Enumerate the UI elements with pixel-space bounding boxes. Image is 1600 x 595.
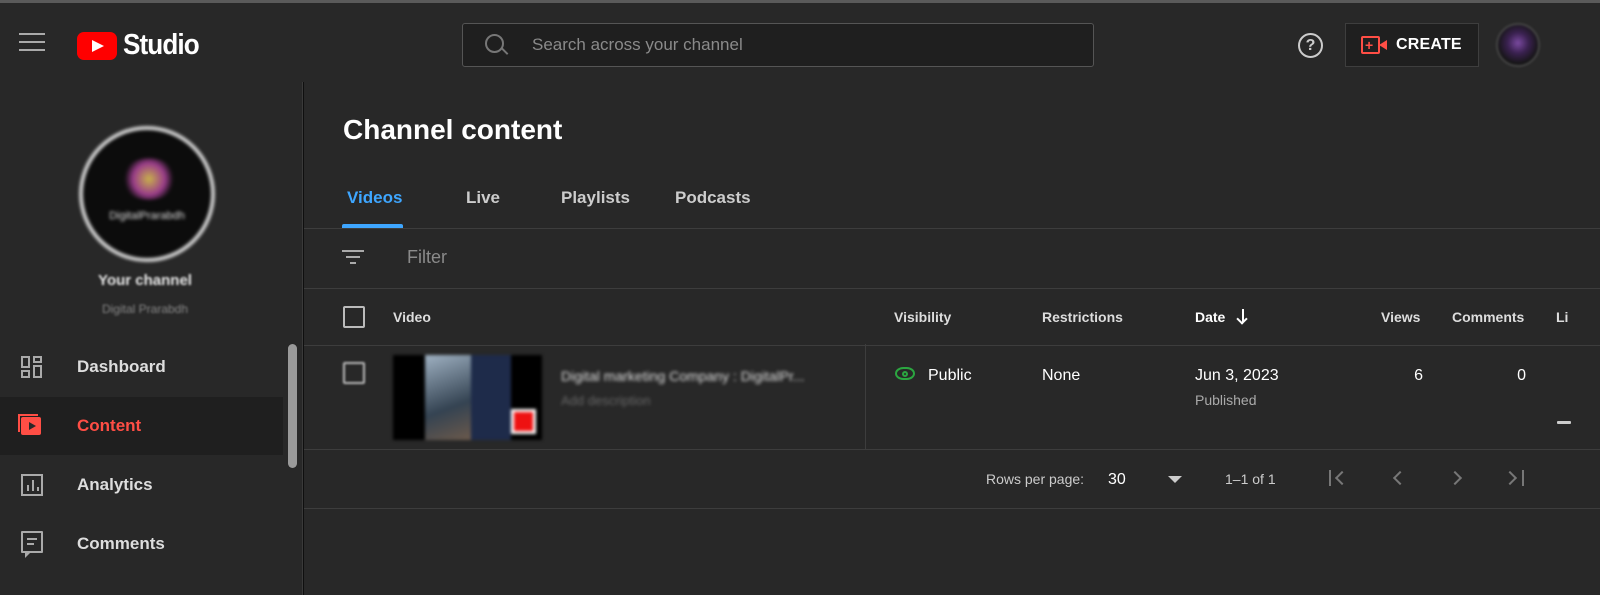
video-thumbnail[interactable]	[393, 355, 542, 440]
sidebar-item-dashboard[interactable]: Dashboard	[0, 338, 283, 396]
pagination-range: 1–1 of 1	[1225, 471, 1276, 487]
column-header-date[interactable]: Date	[1195, 309, 1225, 325]
search-box[interactable]	[462, 23, 1094, 67]
restrictions-value: None	[1042, 367, 1081, 384]
studio-logo[interactable]: Studio	[77, 29, 207, 62]
eye-icon	[895, 367, 915, 380]
dropdown-caret-icon[interactable]	[1168, 476, 1182, 483]
tabs-divider	[304, 228, 1600, 229]
content-icon	[18, 414, 43, 436]
column-header-views[interactable]: Views	[1381, 309, 1420, 325]
tab-podcasts[interactable]: Podcasts	[675, 188, 751, 208]
header-divider	[304, 345, 1600, 346]
rows-per-page-select[interactable]: 30	[1108, 471, 1126, 489]
column-divider	[865, 344, 866, 449]
help-icon[interactable]: ?	[1298, 33, 1323, 58]
filter-icon[interactable]	[342, 248, 364, 266]
column-header-visibility[interactable]: Visibility	[894, 309, 951, 325]
tab-playlists[interactable]: Playlists	[561, 188, 630, 208]
sidebar: DigitalPrarabdh Your channel Digital Pra…	[0, 82, 303, 595]
tab-videos[interactable]: Videos	[347, 188, 402, 208]
pagination-divider	[304, 508, 1600, 509]
filter-input[interactable]: Filter	[407, 247, 447, 268]
comments-value: 0	[1517, 367, 1526, 384]
column-header-video: Video	[393, 309, 431, 325]
chevron-right-icon	[1447, 470, 1463, 486]
analytics-icon	[21, 474, 43, 496]
top-bar: Studio ? + CREATE	[0, 0, 1600, 82]
views-value: 6	[1414, 367, 1423, 384]
first-page-icon	[1329, 470, 1331, 486]
next-page-button[interactable]	[1445, 467, 1471, 491]
search-input[interactable]	[532, 35, 1072, 55]
chevron-left-icon	[1392, 470, 1408, 486]
sidebar-scrollbar[interactable]	[288, 344, 297, 468]
sidebar-item-analytics[interactable]: Analytics	[0, 456, 283, 514]
sidebar-item-content[interactable]: Content	[0, 397, 283, 455]
last-page-button[interactable]	[1502, 467, 1529, 491]
logo-text: Studio	[123, 29, 200, 61]
sidebar-item-comments[interactable]: Comments	[0, 515, 283, 573]
channel-name: Digital Prarabdh	[101, 302, 189, 316]
filter-divider	[304, 288, 1600, 289]
sidebar-item-label: Dashboard	[77, 357, 166, 376]
sidebar-item-label: Comments	[77, 534, 165, 553]
page-title: Channel content	[343, 114, 563, 145]
date-status: Published	[1195, 392, 1257, 408]
sidebar-item-label: Analytics	[77, 475, 153, 494]
likes-bar	[1557, 421, 1571, 424]
sort-descending-icon[interactable]	[1236, 308, 1250, 325]
date-value: Jun 3, 2023	[1195, 367, 1279, 384]
main-content: Channel content Videos Live Playlists Po…	[304, 82, 1600, 595]
dashboard-icon	[21, 356, 43, 378]
visibility-value[interactable]: Public	[928, 367, 972, 385]
last-page-icon	[1502, 470, 1518, 486]
row-divider	[304, 449, 1600, 450]
create-video-icon: +	[1361, 36, 1387, 54]
select-all-checkbox[interactable]	[343, 306, 365, 328]
menu-icon[interactable]	[19, 33, 45, 53]
rows-per-page-label: Rows per page:	[986, 471, 1085, 487]
search-icon[interactable]	[483, 32, 509, 58]
video-description: Add description	[561, 393, 651, 408]
your-channel-label: Your channel	[98, 272, 192, 289]
tab-live[interactable]: Live	[466, 188, 500, 208]
channel-avatar-text: DigitalPrarabdh	[109, 210, 185, 222]
create-button[interactable]: + CREATE	[1345, 23, 1479, 67]
youtube-play-icon	[77, 31, 117, 60]
video-title[interactable]: Digital marketing Company : DigitalPr...	[561, 368, 805, 384]
column-header-likes[interactable]: Li	[1556, 309, 1568, 325]
first-page-button[interactable]	[1326, 467, 1352, 491]
column-header-comments[interactable]: Comments	[1452, 309, 1524, 325]
channel-avatar[interactable]: DigitalPrarabdh	[79, 126, 215, 262]
previous-page-button[interactable]	[1386, 467, 1412, 491]
account-avatar[interactable]	[1496, 23, 1540, 67]
comments-icon	[21, 531, 43, 558]
column-header-restrictions[interactable]: Restrictions	[1042, 309, 1123, 325]
create-label: CREATE	[1396, 36, 1462, 53]
sidebar-item-label: Content	[77, 416, 142, 435]
row-checkbox[interactable]	[343, 362, 365, 384]
